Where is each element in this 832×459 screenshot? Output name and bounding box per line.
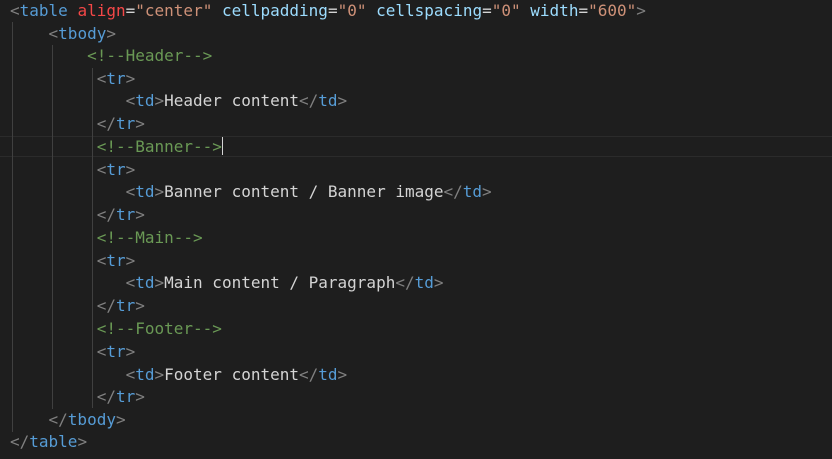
tr-close-tag: tr [115, 114, 136, 133]
td-open-tag: td [135, 365, 155, 384]
banner-content-text: Banner content / Banner image [164, 182, 444, 201]
main-content-text: Main content / Paragraph [164, 273, 396, 292]
header-content-text: Header content [164, 91, 299, 110]
tbody-close-tag: tbody [67, 410, 116, 429]
td-open-tag: td [135, 273, 155, 292]
code-line-10: </tr> [96, 205, 145, 224]
code-line-7: <!--Banner--> [10, 136, 223, 158]
code-line-3: <!--Header--> [10, 45, 212, 67]
align-attr: align [77, 1, 126, 20]
cellspacing-value: "0" [491, 1, 521, 20]
tr-open-tag: tr [106, 342, 126, 361]
table-tag: table [19, 1, 68, 20]
code-editor[interactable]: <table align="center" cellpadding="0" ce… [0, 0, 832, 459]
tr-open-tag: tr [106, 160, 126, 179]
cellpadding-value: "0" [337, 1, 367, 20]
main-comment: <!--Main--> [96, 228, 203, 247]
td-close-tag: td [318, 91, 338, 110]
tr-open-tag: tr [106, 69, 126, 88]
td-open-tag: td [135, 91, 155, 110]
tbody-open-tag: tbody [58, 24, 107, 43]
td-open-tag: td [135, 182, 155, 201]
table-close-tag: table [29, 432, 78, 451]
cellpadding-attr: cellpadding [221, 1, 328, 20]
tr-close-tag: tr [115, 387, 136, 406]
code-line-4: <tr> [96, 69, 136, 88]
width-attr: width [530, 1, 579, 20]
code-line-5: <td>Header content</td> [125, 91, 348, 110]
tr-close-tag: tr [115, 205, 136, 224]
align-value: "center" [135, 1, 213, 20]
banner-comment: <!--Banner--> [96, 137, 222, 156]
code-line-2: <tbody> [48, 24, 116, 43]
tr-open-tag: tr [106, 251, 126, 270]
code-line-20: </table> [10, 432, 88, 451]
code-line-6: </tr> [96, 114, 145, 133]
code-line-12: <tr> [96, 251, 136, 270]
header-comment: <!--Header--> [87, 46, 213, 65]
cellspacing-attr: cellspacing [376, 1, 483, 20]
code-line-11: <!--Main--> [10, 227, 203, 249]
code-line-8: <tr> [96, 160, 136, 179]
code-line-17: <td>Footer content</td> [125, 365, 348, 384]
code-line-1: <table align="center" cellpadding="0" ce… [10, 1, 646, 20]
code-line-16: <tr> [96, 342, 136, 361]
code-line-19: </tbody> [48, 410, 126, 429]
footer-comment: <!--Footer--> [96, 319, 222, 338]
text-cursor [221, 137, 223, 155]
tr-close-tag: tr [115, 296, 136, 315]
footer-content-text: Footer content [164, 365, 299, 384]
td-close-tag: td [414, 273, 434, 292]
code-line-18: </tr> [96, 387, 145, 406]
code-line-13: <td>Main content / Paragraph</td> [125, 273, 444, 292]
code-line-9: <td>Banner content / Banner image</td> [125, 182, 492, 201]
code-line-14: </tr> [96, 296, 145, 315]
code-line-15: <!--Footer--> [10, 318, 222, 340]
td-close-tag: td [462, 182, 483, 201]
td-close-tag: td [318, 365, 338, 384]
width-value: "600" [588, 1, 637, 20]
